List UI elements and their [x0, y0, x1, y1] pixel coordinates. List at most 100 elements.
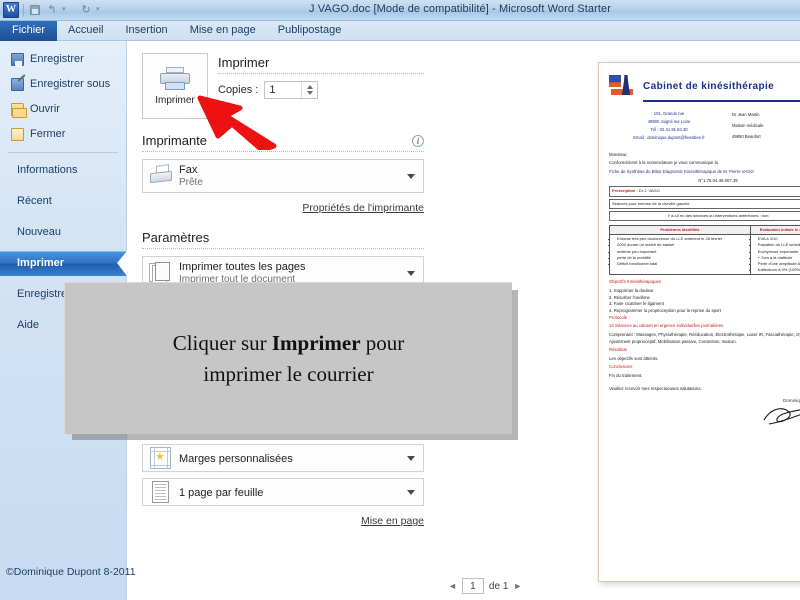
document-body: Monsieur, Conformément à la nomenclature…: [609, 152, 800, 393]
page-setup-link[interactable]: Mise en page: [361, 515, 424, 527]
sidebar-item-label: Ouvrir: [30, 103, 60, 115]
insurance-note: Y a-t-il eu des séances ou interventions…: [667, 212, 769, 218]
results-text: Les objectifs sont atteints.: [609, 355, 659, 361]
printer-properties-link[interactable]: Propriétés de l'imprimante: [302, 202, 424, 214]
sidebar-item-label: Récent: [17, 195, 52, 207]
prev-page-icon[interactable]: ◄: [448, 581, 457, 591]
sidebar-divider: [8, 152, 118, 153]
setting-pages-per-sheet[interactable]: 1 page par feuille: [142, 478, 424, 506]
sidebar-item-label: Fermer: [30, 128, 66, 140]
chevron-down-icon[interactable]: [407, 173, 415, 179]
sidebar-item-label: Informations: [17, 164, 78, 176]
sender-line: Email : dominique.dupont@freesbee.fr: [633, 134, 705, 140]
protocol-highlight: 14 Séances au cabinet en urgence individ…: [609, 323, 724, 329]
assessment-table: Problèmes identifiés Evaluation initiale…: [609, 224, 800, 276]
signer-name: Dominique Dupont: [782, 398, 800, 404]
info-icon[interactable]: i: [412, 134, 424, 147]
sidebar-item-label: Enregistrer sous: [30, 78, 111, 90]
setting-margins[interactable]: ★ Marges personnalisées: [142, 444, 424, 472]
page-navigation[interactable]: ◄ 1 de 1 ►: [448, 578, 522, 594]
sidebar-item-label: Enregistrer: [30, 53, 84, 65]
document-page-preview[interactable]: Cabinet de kinésithérapie 101, Grande ru…: [598, 62, 800, 582]
prescription-box: Prescription : Dr J. VAGO date : 12/02: [609, 186, 800, 197]
setting-title: Marges personnalisées: [179, 452, 293, 465]
sidebar-item-label: Nouveau: [17, 226, 62, 238]
chevron-down-icon[interactable]: [407, 455, 415, 461]
signature-block: Dominique Dupont: [609, 398, 800, 430]
callout-line2: imprimer le courrier: [203, 361, 374, 386]
results-title: Résultats: [609, 347, 627, 353]
sidebar-item-ouvrir[interactable]: Ouvrir: [0, 97, 126, 122]
closing-text: Veuillez recevoir mes respectueuses salu…: [609, 385, 702, 391]
recipient-line: 49850 Beaufort: [732, 133, 761, 139]
instruction-callout: Cliquer sur Imprimer pour imprimer le co…: [64, 282, 512, 434]
salutation: Monsieur,: [609, 151, 628, 157]
prescription-note-box: Séances pour entorse de la cheville gauc…: [609, 198, 800, 209]
sidebar-item-nouveau[interactable]: Nouveau: [0, 220, 126, 245]
setting-text: 1 page par feuille: [179, 483, 407, 501]
document-letterhead: Cabinet de kinésithérapie: [609, 75, 800, 97]
tab-accueil[interactable]: Accueil: [57, 21, 114, 41]
tab-publipostage[interactable]: Publipostage: [267, 21, 353, 41]
save-icon: [11, 53, 24, 67]
page-setup-row: Mise en page: [142, 511, 424, 529]
sender-line: 101, Grande rue: [653, 111, 685, 116]
stepper-up-icon[interactable]: [306, 85, 313, 89]
sidebar-item-imprimer[interactable]: Imprimer: [0, 251, 127, 276]
section-rule: [142, 248, 424, 249]
list-item: 1. Supprimer la douleur: [609, 287, 654, 293]
document-header-title: Cabinet de kinésithérapie: [643, 80, 775, 92]
list-item: Déficit fonctionnel total: [617, 261, 748, 267]
chevron-down-icon[interactable]: [407, 270, 415, 276]
list-item: Kaltenborn à 0% (100%): [758, 267, 800, 273]
address-row: 101, Grande rue 49800 Juigné sur Loire T…: [609, 110, 800, 143]
table-row: Entorse très peu douloureuse du LLE anté…: [609, 234, 800, 276]
printer-icon: [160, 66, 190, 91]
tab-fichier[interactable]: Fichier: [0, 21, 58, 41]
sidebar-item-recent[interactable]: Récent: [0, 189, 126, 214]
sidebar-item-label: Aide: [17, 319, 40, 331]
objectives-title: Objectifs Kinésithérapiques: [609, 279, 662, 285]
stepper-arrows[interactable]: [301, 82, 317, 98]
table-cell-right: EVA à 3/10 Palpation du LLE sensible Ecc…: [749, 234, 800, 276]
prescription-label: Prescription :: [612, 188, 638, 194]
stepper-down-icon[interactable]: [306, 91, 313, 95]
recipient-address: Dr Jean Martin Maison médicale 49850 Bea…: [732, 110, 800, 143]
sidebar-item-informations[interactable]: Informations: [0, 158, 126, 183]
callout-line1-post: pour: [360, 331, 405, 356]
copyright-notice: ©Dominique Dupont 8-2011: [6, 566, 136, 578]
recipient-line: Dr Jean Martin: [732, 112, 760, 117]
prescription-note: Séances pour entorse de la cheville gauc…: [612, 200, 690, 206]
objectives-list: 1. Supprimer la douleur 2. Résorber l'oe…: [609, 288, 800, 315]
table-header-cell: Problèmes identifiés: [609, 224, 751, 236]
clinic-logo-icon: [609, 75, 635, 97]
table-header-cell: Evaluation initiale le 26 février: [749, 224, 800, 236]
conclusion-text: Fin du traitement.: [609, 373, 643, 379]
sidebar-item-enregistrer[interactable]: Enregistrer: [0, 47, 126, 72]
tab-insertion[interactable]: Insertion: [114, 21, 178, 41]
tab-mise-en-page[interactable]: Mise en page: [179, 21, 267, 41]
page-count-label: de 1: [488, 580, 509, 592]
red-arrow-annotation: [197, 95, 277, 150]
chevron-down-icon[interactable]: [407, 489, 415, 495]
protocol-body: Comprenant : Massages, Physiothérapie, R…: [609, 331, 800, 344]
page-number-input[interactable]: 1: [461, 578, 484, 594]
problems-list: Entorse très peu douloureuse du LLE anté…: [612, 236, 748, 267]
table-header-row: Problèmes identifiés Evaluation initiale…: [609, 224, 800, 236]
sidebar-item-fermer[interactable]: Fermer: [0, 122, 126, 147]
sidebar-item-enregistrer-sous[interactable]: Enregistrer sous: [0, 72, 126, 97]
print-button-label: Imprimer: [155, 94, 195, 106]
insurance-note-box: Y a-t-il eu des séances ou interventions…: [609, 210, 800, 221]
handwritten-signature: [763, 408, 800, 425]
setting-title: Imprimer toutes les pages: [179, 260, 306, 273]
list-item: 4. Reprogrammer la proprioception pour l…: [609, 307, 722, 313]
next-page-icon[interactable]: ►: [513, 581, 522, 591]
sheet-icon: [149, 481, 173, 503]
sender-address: 101, Grande rue 49800 Juigné sur Loire T…: [609, 110, 729, 143]
sender-line: Tél : 02.41.91.94.30: [650, 126, 688, 132]
printer-select[interactable]: Fax Prête: [142, 159, 424, 193]
prescription-value: Dr J. VAGO: [638, 188, 660, 194]
intro-line: Conformément à la nomenclature je vous c…: [609, 160, 718, 166]
window-title: J VAGO.doc [Mode de compatibilité] - Mic…: [309, 3, 611, 15]
ribbon-tabbar: Fichier Accueil Insertion Mise en page P…: [0, 21, 800, 41]
